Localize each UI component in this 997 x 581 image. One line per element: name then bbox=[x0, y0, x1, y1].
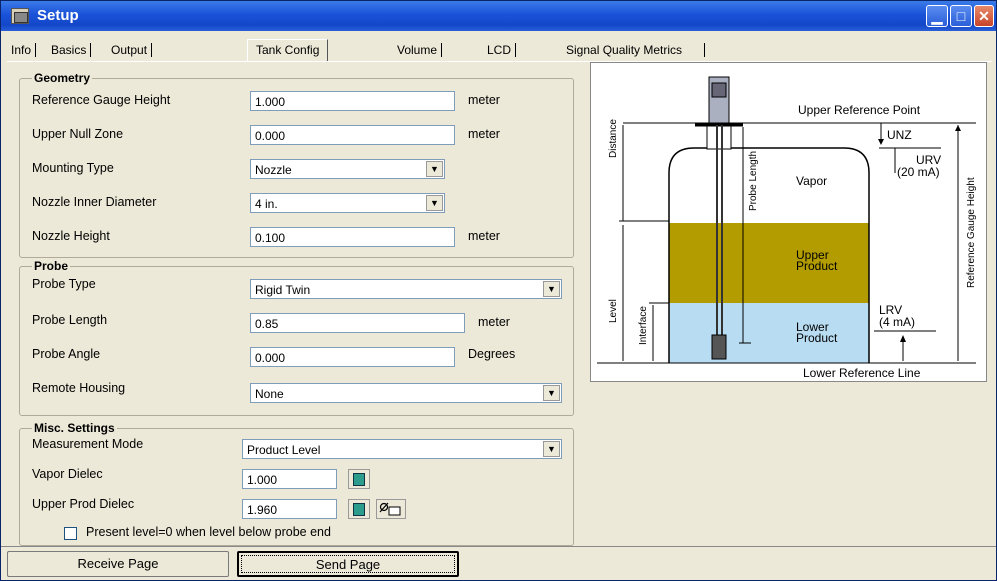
receive-page-button[interactable]: Receive Page bbox=[7, 551, 229, 577]
probe-group: Probe Probe Type Rigid Twin ▼ Probe Leng… bbox=[19, 259, 574, 416]
lower-product-label-2: Product bbox=[796, 331, 838, 345]
dielectric-table-button[interactable] bbox=[376, 499, 406, 519]
present-level-checkbox[interactable] bbox=[64, 527, 77, 540]
calculator-icon bbox=[353, 473, 365, 486]
upper-null-zone-input[interactable]: 0.000 bbox=[250, 125, 455, 145]
tab-strip: Info Basics Output Tank Config Volume LC… bbox=[7, 39, 992, 61]
calculator-icon bbox=[353, 503, 365, 516]
vapor-region bbox=[669, 148, 869, 223]
upper-null-zone-unit: meter bbox=[468, 127, 500, 141]
chevron-down-icon[interactable]: ▼ bbox=[426, 195, 443, 211]
upper-prod-dielec-input[interactable]: 1.960 bbox=[242, 499, 337, 519]
nozzle-height-unit: meter bbox=[468, 229, 500, 243]
lower-product-region bbox=[669, 303, 869, 363]
maximize-button[interactable]: □ bbox=[950, 5, 972, 27]
upper-product-label-2: Product bbox=[796, 259, 838, 273]
distance-label: Distance bbox=[608, 119, 619, 158]
calculator-button[interactable] bbox=[348, 499, 370, 519]
reference-gauge-height-arrow-head bbox=[955, 125, 961, 131]
minimize-button[interactable]: ▁ bbox=[926, 5, 948, 27]
probe-length-label: Probe Length bbox=[32, 313, 108, 327]
probe-angle-input[interactable]: 0.000 bbox=[250, 347, 455, 367]
geometry-group: Geometry Reference Gauge Height 1.000 me… bbox=[19, 71, 574, 258]
button-bar: Receive Page Send Page bbox=[1, 546, 996, 580]
tab-tank-config[interactable]: Tank Config bbox=[247, 39, 329, 61]
upper-product-region bbox=[669, 223, 869, 303]
setup-window: Setup ▁ □ ✕ Info Basics Output Tank Conf… bbox=[0, 0, 997, 581]
tab-output[interactable]: Output bbox=[107, 43, 153, 57]
probe-length-label: Probe Length bbox=[748, 151, 759, 211]
geometry-title: Geometry bbox=[32, 71, 93, 85]
mounting-type-label: Mounting Type bbox=[32, 161, 114, 175]
tab-lcd[interactable]: LCD bbox=[483, 43, 517, 57]
vapor-dielec-input[interactable]: 1.000 bbox=[242, 469, 337, 489]
dielectric-table-icon bbox=[379, 502, 401, 516]
window-icon bbox=[11, 8, 29, 24]
nozzle-height-input[interactable]: 0.100 bbox=[250, 227, 455, 247]
measurement-mode-select[interactable]: Product Level ▼ bbox=[242, 439, 562, 459]
chevron-down-icon[interactable]: ▼ bbox=[543, 441, 560, 457]
unz-label: UNZ bbox=[887, 128, 912, 142]
probe-angle-label: Probe Angle bbox=[32, 347, 101, 361]
lrv-arrow-head bbox=[900, 335, 906, 342]
tab-basics[interactable]: Basics bbox=[47, 43, 92, 57]
tab-signal-quality-metrics[interactable]: Signal Quality Metrics bbox=[562, 43, 706, 57]
probe-type-select[interactable]: Rigid Twin ▼ bbox=[250, 279, 562, 299]
lower-reference-line-label: Lower Reference Line bbox=[803, 366, 921, 380]
nozzle-height-label: Nozzle Height bbox=[32, 229, 110, 243]
remote-housing-value: None bbox=[255, 387, 284, 401]
measurement-mode-label: Measurement Mode bbox=[32, 437, 144, 451]
present-level-checkbox-label: Present level=0 when level below probe e… bbox=[86, 525, 331, 539]
close-button[interactable]: ✕ bbox=[974, 5, 994, 27]
probe-angle-unit: Degrees bbox=[468, 347, 516, 361]
nozzle-inner-diameter-label: Nozzle Inner Diameter bbox=[32, 195, 157, 209]
nozzle bbox=[706, 124, 732, 150]
misc-settings-title: Misc. Settings bbox=[32, 421, 117, 435]
chevron-down-icon[interactable]: ▼ bbox=[543, 281, 560, 297]
reference-gauge-height-label: Reference Gauge Height bbox=[966, 177, 977, 288]
chevron-down-icon[interactable]: ▼ bbox=[426, 161, 443, 177]
transmitter-cap bbox=[711, 82, 727, 98]
title-bar[interactable]: Setup ▁ □ ✕ bbox=[1, 1, 996, 31]
window-title: Setup bbox=[37, 7, 79, 24]
reference-gauge-height-input[interactable]: 1.000 bbox=[250, 91, 455, 111]
nozzle-inner-diameter-select[interactable]: 4 in. ▼ bbox=[250, 193, 445, 213]
mounting-type-select[interactable]: Nozzle ▼ bbox=[250, 159, 445, 179]
probe-type-value: Rigid Twin bbox=[255, 283, 311, 297]
tab-volume[interactable]: Volume bbox=[393, 43, 443, 57]
measurement-mode-value: Product Level bbox=[247, 443, 321, 457]
level-label: Level bbox=[608, 299, 619, 323]
chevron-down-icon[interactable]: ▼ bbox=[543, 385, 560, 401]
lrv-ma-label: (4 mA) bbox=[879, 315, 915, 329]
interface-label: Interface bbox=[638, 306, 649, 345]
vapor-label: Vapor bbox=[796, 174, 827, 188]
probe-title: Probe bbox=[32, 259, 71, 273]
send-page-button[interactable]: Send Page bbox=[237, 551, 459, 577]
probe-type-label: Probe Type bbox=[32, 277, 96, 291]
tank-config-panel: Geometry Reference Gauge Height 1.000 me… bbox=[7, 61, 992, 546]
remote-housing-select[interactable]: None ▼ bbox=[250, 383, 562, 403]
unz-arrow-head bbox=[878, 139, 884, 145]
calculator-button[interactable] bbox=[348, 469, 370, 489]
tank-diagram: Upper Reference Point UNZ URV (20 mA) Va… bbox=[590, 62, 987, 382]
upper-null-zone-label: Upper Null Zone bbox=[32, 127, 124, 141]
remote-housing-label: Remote Housing bbox=[32, 381, 126, 395]
misc-settings-group: Misc. Settings Measurement Mode Product … bbox=[19, 421, 574, 546]
reference-gauge-height-label: Reference Gauge Height bbox=[32, 93, 171, 107]
mounting-type-value: Nozzle bbox=[255, 163, 292, 177]
vapor-dielec-label: Vapor Dielec bbox=[32, 467, 103, 481]
probe-weight bbox=[711, 334, 727, 360]
upper-reference-point-label: Upper Reference Point bbox=[798, 103, 921, 117]
nozzle-inner-diameter-value: 4 in. bbox=[255, 197, 278, 211]
reference-gauge-height-unit: meter bbox=[468, 93, 500, 107]
upper-prod-dielec-label: Upper Prod Dielec bbox=[32, 497, 135, 511]
probe-length-input[interactable]: 0.85 bbox=[250, 313, 465, 333]
urv-ma-label: (20 mA) bbox=[897, 165, 940, 179]
tab-info[interactable]: Info bbox=[7, 43, 37, 57]
probe-length-unit: meter bbox=[478, 315, 510, 329]
tank-diagram-graphic: Upper Reference Point UNZ URV (20 mA) Va… bbox=[597, 76, 977, 380]
